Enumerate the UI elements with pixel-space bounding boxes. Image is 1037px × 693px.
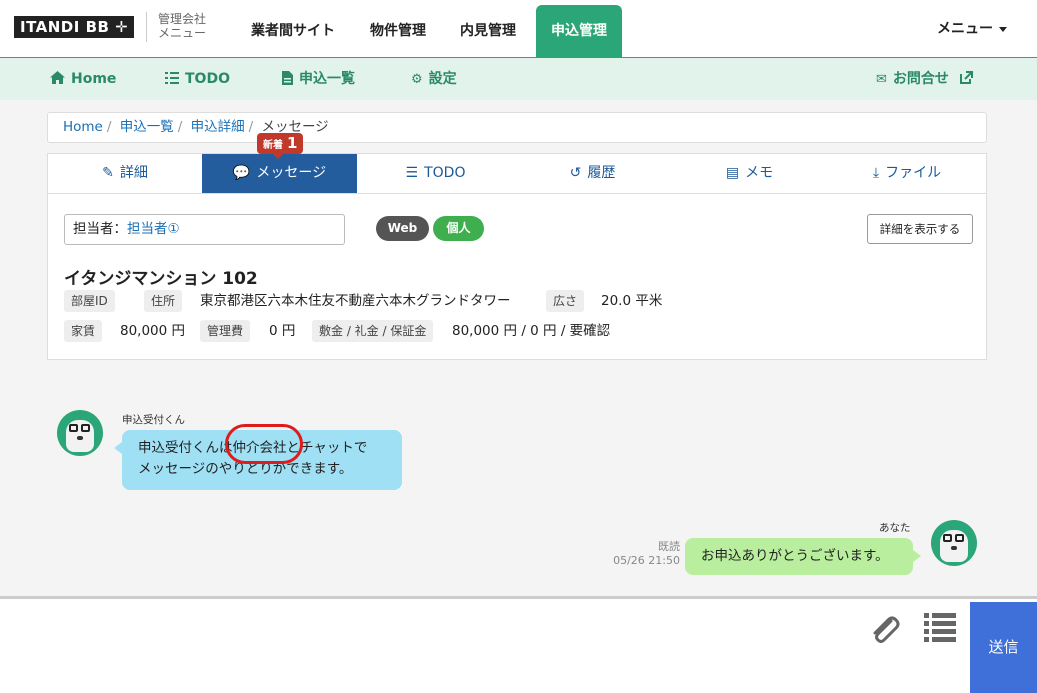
list-icon: ☰	[405, 165, 419, 181]
tab-message-label: メッセージ	[256, 165, 327, 181]
tab-memo[interactable]: ▤ メモ	[671, 154, 828, 193]
edit-icon: ✎	[102, 165, 114, 181]
history-icon: ↺	[569, 165, 582, 181]
subnav-contact-label: お問合せ	[892, 71, 949, 87]
fee-label: 管理費	[200, 320, 251, 342]
highlight-circle	[225, 424, 303, 464]
avatar-nose	[951, 546, 957, 550]
download-icon: ⤓	[872, 165, 880, 181]
message-timestamp: 05/26 21:50	[613, 554, 680, 567]
tab-bar: ✎ 詳細 💬 メッセージ ☰ TODO ↺ 履歴 ▤ メモ ⤓ ファイル	[47, 153, 987, 194]
subnav-todo[interactable]: TODO	[165, 70, 230, 88]
envelope-icon: ✉	[876, 72, 887, 87]
outgoing-sender: あなた	[879, 522, 911, 534]
subnav-settings[interactable]: ⚙ 設定	[411, 70, 457, 89]
incoming-sender: 申込受付くん	[122, 414, 185, 426]
user-avatar	[931, 520, 977, 566]
tab-memo-label: メモ	[745, 165, 774, 181]
new-message-badge: 新着 1	[257, 133, 304, 159]
tab-history-label: 履歴	[587, 165, 616, 181]
read-label: 既読	[658, 540, 680, 553]
application-info-card: 担当者：担当者① Web 個人 詳細を表示する イタンジマンション 102 部屋…	[47, 194, 987, 360]
badge-label: 新着	[263, 140, 283, 151]
gear-icon: ⚙	[411, 72, 423, 87]
breadcrumb-sep: /	[106, 119, 112, 135]
nav-gyoshakan[interactable]: 業者間サイト	[238, 5, 348, 58]
send-button[interactable]: 送信	[970, 602, 1037, 693]
assignee-field[interactable]: 担当者：担当者①	[64, 214, 345, 245]
glasses-icon	[69, 424, 78, 432]
badge-count: 1	[287, 134, 298, 152]
subnav-contact[interactable]: ✉ お問合せ	[876, 70, 973, 89]
address-label: 住所	[144, 290, 183, 312]
menu-dropdown[interactable]: メニュー	[937, 18, 1007, 38]
address-value: 東京都港区六本木住友不動産六本木グランドタワー	[200, 293, 511, 309]
subnav-home[interactable]: Home	[50, 70, 116, 88]
avatar-nose	[77, 436, 83, 440]
tab-history[interactable]: ↺ 履歴	[514, 154, 671, 193]
breadcrumb-sep: /	[177, 119, 183, 135]
breadcrumb-list[interactable]: 申込一覧	[120, 119, 174, 135]
subnav-list-label: 申込一覧	[299, 71, 355, 87]
nav-bukken[interactable]: 物件管理	[356, 5, 440, 58]
subnav-settings-label: 設定	[428, 71, 457, 87]
area-label: 広さ	[546, 290, 585, 312]
tab-detail-label: 詳細	[119, 165, 148, 181]
rent-label: 家賃	[64, 320, 103, 342]
bot-avatar	[57, 410, 103, 456]
nav-naiken[interactable]: 内見管理	[446, 5, 530, 58]
external-link-icon	[959, 71, 973, 84]
memo-icon: ▤	[725, 165, 740, 181]
message-input-bar: 送信	[0, 596, 1037, 693]
itandi-logo[interactable]: ITANDI BB ✛	[14, 16, 135, 38]
area-value: 20.0 平米	[601, 293, 663, 309]
checklist-icon	[165, 72, 179, 84]
web-pill: Web	[376, 216, 429, 241]
tab-message[interactable]: 💬 メッセージ	[202, 154, 357, 193]
breadcrumb: Home / 申込一覧 / 申込詳細 / メッセージ	[47, 112, 987, 143]
top-header: ITANDI BB ✛ 管理会社 メニュー 業者間サイト 物件管理 内見管理 申…	[0, 0, 1037, 58]
breadcrumb-sep: /	[248, 119, 254, 135]
tab-file-label: ファイル	[885, 165, 942, 181]
menu-label: メニュー	[937, 21, 993, 37]
tab-todo[interactable]: ☰ TODO	[357, 154, 514, 193]
file-icon	[282, 71, 293, 85]
glasses-icon	[955, 534, 964, 542]
logo-divider	[146, 12, 147, 42]
property-name: イタンジマンション 102	[64, 269, 258, 289]
rent-value: 80,000 円	[120, 323, 186, 339]
glasses-icon	[81, 424, 90, 432]
read-receipt: 既読 05/26 21:50	[600, 540, 680, 568]
tab-file[interactable]: ⤓ ファイル	[828, 154, 986, 193]
breadcrumb-home[interactable]: Home	[63, 119, 103, 135]
deposit-value: 80,000 円 / 0 円 / 要確認	[452, 323, 611, 339]
message-textarea[interactable]	[0, 599, 860, 693]
room-id-label: 部屋ID	[64, 290, 115, 312]
tab-todo-label: TODO	[424, 165, 466, 181]
subnav-home-label: Home	[71, 71, 117, 87]
deposit-label: 敷金 / 礼金 / 保証金	[312, 320, 434, 342]
caret-down-icon	[999, 26, 1007, 32]
fee-value: 0 円	[269, 323, 296, 339]
subnav-todo-label: TODO	[185, 71, 230, 87]
chat-icon: 💬	[232, 165, 251, 181]
show-detail-button[interactable]: 詳細を表示する	[867, 214, 973, 244]
list-icon[interactable]	[924, 613, 956, 643]
assignee-value[interactable]: 担当者①	[127, 221, 180, 237]
assignee-label: 担当者：	[73, 221, 127, 237]
sub-nav: Home TODO 申込一覧 ⚙ 設定 ✉ お問合せ	[0, 58, 1037, 100]
breadcrumb-detail[interactable]: 申込詳細	[191, 119, 245, 135]
logo-subtitle: 管理会社 メニュー	[158, 12, 207, 40]
paperclip-icon[interactable]	[867, 613, 901, 655]
tab-detail[interactable]: ✎ 詳細	[48, 154, 202, 193]
nav-moushikomi[interactable]: 申込管理	[536, 5, 622, 58]
personal-pill: 個人	[433, 216, 484, 241]
outgoing-message-bubble: お申込ありがとうございます。	[685, 538, 921, 575]
subnav-list[interactable]: 申込一覧	[282, 70, 355, 88]
glasses-icon	[943, 534, 952, 542]
home-icon	[50, 71, 65, 84]
